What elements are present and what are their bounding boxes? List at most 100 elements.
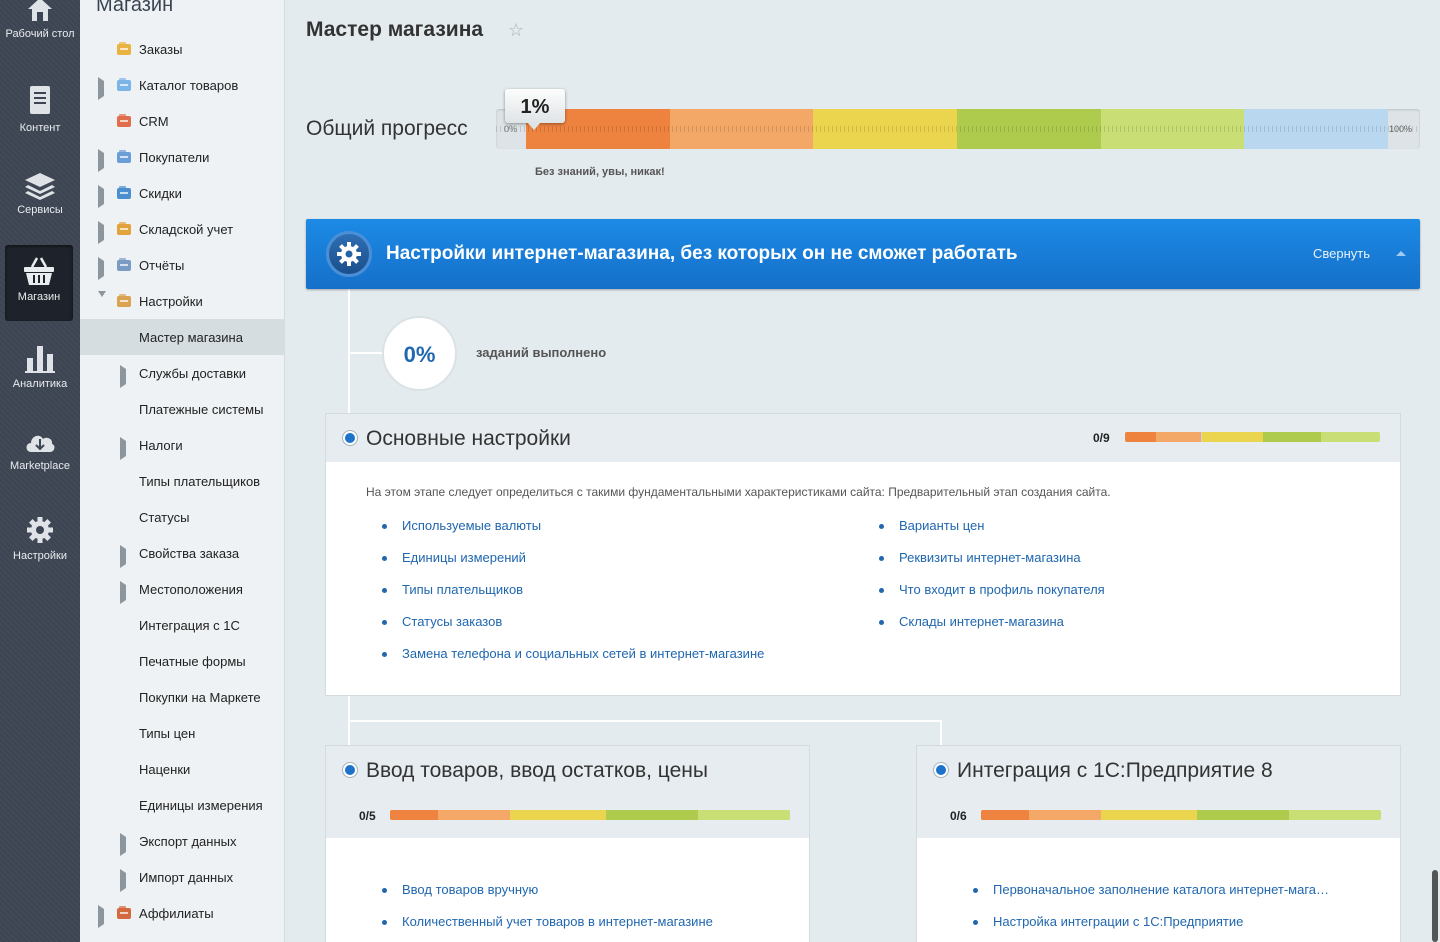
nav-analytics[interactable]: Аналитика — [0, 342, 80, 390]
bar-chart-icon — [0, 342, 80, 374]
overall-progress-label: Общий прогресс — [306, 117, 468, 140]
progress-min-label: 0% — [504, 124, 518, 134]
funnel-icon — [116, 113, 132, 129]
task-link[interactable]: Варианты цен — [878, 518, 984, 533]
nav-desktop[interactable]: Рабочий стол — [0, 0, 80, 40]
chevron-down-icon[interactable] — [98, 291, 106, 312]
sidebar-item[interactable]: CRM — [80, 103, 285, 139]
sidebar-item-label: Интеграция с 1С — [139, 618, 240, 633]
bullet-icon — [120, 477, 128, 485]
basket-icon — [5, 255, 73, 287]
section-progress-bar — [981, 810, 1381, 820]
sidebar-item[interactable]: Свойства заказа — [80, 535, 285, 571]
section-title[interactable]: Интеграция с 1С:Предприятие 8 — [957, 759, 1273, 783]
task-link[interactable]: Настройка интеграции с 1С:Предприятие — [972, 914, 1243, 929]
sidebar-item[interactable]: Складской учет — [80, 211, 285, 247]
sidebar-item-label: Платежные системы — [139, 402, 264, 417]
sidebar-item[interactable]: Покупатели — [80, 139, 285, 175]
sidebar-item[interactable]: Покупки на Маркете — [80, 679, 285, 715]
section-title[interactable]: Ввод товаров, ввод остатков, цены — [366, 759, 708, 783]
section-description: На этом этапе следует определиться с так… — [366, 485, 1111, 499]
sidebar-item[interactable]: Единицы измерения — [80, 787, 285, 823]
section-title[interactable]: Основные настройки — [366, 427, 571, 451]
chevron-right-icon[interactable] — [120, 365, 128, 388]
chevron-up-icon[interactable] — [1396, 251, 1406, 256]
sidebar-title: Магазин — [96, 0, 174, 16]
sidebar-item[interactable]: Местоположения — [80, 571, 285, 607]
sidebar-item[interactable]: Статусы — [80, 499, 285, 535]
sidebar-item[interactable]: Наценки — [80, 751, 285, 787]
sidebar-item[interactable]: Скидки — [80, 175, 285, 211]
sidebar-item[interactable]: Мастер магазина — [80, 319, 285, 355]
nav-shop[interactable]: Магазин — [5, 245, 73, 321]
chevron-right-icon[interactable] — [120, 437, 128, 460]
overall-progress-bar — [496, 109, 1420, 149]
task-link[interactable]: Единицы измерений — [382, 550, 526, 565]
progress-caption: Без знаний, увы, никак! — [535, 166, 665, 178]
task-link[interactable]: Что входит в профиль покупателя — [879, 582, 1105, 597]
main-navigation-bar: Рабочий стол Контент Сервисы Магазин Ана… — [0, 0, 80, 942]
nav-marketplace[interactable]: Marketplace — [0, 428, 80, 472]
sidebar-item[interactable]: Настройки — [80, 283, 285, 319]
nav-settings[interactable]: Настройки — [0, 514, 80, 562]
sidebar-item[interactable]: Типы цен — [80, 715, 285, 751]
chevron-right-icon[interactable] — [120, 869, 128, 892]
sidebar-item[interactable]: Налоги — [80, 427, 285, 463]
home-icon — [0, 0, 80, 24]
page-scrollbar[interactable] — [1432, 870, 1438, 942]
bullet-icon — [120, 513, 128, 521]
task-link[interactable]: Статусы заказов — [381, 614, 502, 629]
nav-services[interactable]: Сервисы — [0, 170, 80, 216]
gear-icon — [0, 514, 80, 546]
report-icon — [116, 257, 132, 273]
section-count: 0/6 — [950, 809, 967, 823]
connector-line — [348, 352, 384, 354]
collapse-button[interactable]: Свернуть — [1313, 246, 1370, 261]
chevron-right-icon[interactable] — [98, 905, 106, 928]
settings-icon — [116, 293, 132, 309]
sidebar-item[interactable]: Платежные системы — [80, 391, 285, 427]
shop-sidebar: Магазин Заказы Каталог товаров CRM Покупате… — [80, 0, 285, 942]
sidebar-item[interactable]: Аффилиаты — [80, 895, 285, 931]
task-link[interactable]: Склады интернет-магазина — [879, 614, 1064, 629]
task-link[interactable]: Типы плательщиков — [381, 582, 523, 597]
nav-content[interactable]: Контент — [0, 84, 80, 134]
sidebar-item-label: Мастер магазина — [139, 330, 243, 345]
sidebar-item-label: Наценки — [139, 762, 191, 777]
chevron-right-icon[interactable] — [98, 149, 106, 172]
favorite-star-icon[interactable]: ☆ — [508, 20, 524, 41]
bullet-icon — [120, 405, 128, 413]
task-link[interactable]: Замена телефона и социальных сетей в инт… — [381, 646, 764, 661]
affiliates-icon — [116, 905, 132, 921]
task-link[interactable]: Количественный учет товаров в интернет-м… — [382, 914, 713, 929]
chevron-right-icon[interactable] — [98, 221, 106, 244]
sidebar-item[interactable]: Печатные формы — [80, 643, 285, 679]
sidebar-item[interactable]: Отчёты — [80, 247, 285, 283]
orders-icon — [116, 41, 132, 57]
chevron-right-icon[interactable] — [120, 545, 128, 568]
nav-marketplace-label: Marketplace — [10, 460, 70, 472]
tasks-percent: 0% — [382, 316, 457, 391]
sidebar-item-label: Печатные формы — [139, 654, 246, 669]
task-link[interactable]: Реквизиты интернет-магазина — [879, 550, 1081, 565]
sidebar-item-label: Импорт данных — [139, 870, 234, 885]
task-link[interactable]: Первоначальное заполнение каталога интер… — [972, 882, 1329, 897]
task-link[interactable]: Используемые валюты — [381, 518, 541, 533]
chevron-right-icon[interactable] — [120, 833, 128, 856]
chevron-right-icon[interactable] — [98, 77, 106, 100]
bullet-icon — [98, 117, 106, 125]
connector-line — [348, 285, 350, 430]
sidebar-item[interactable]: Интеграция с 1С — [80, 607, 285, 643]
chevron-right-icon[interactable] — [98, 185, 106, 208]
chevron-right-icon[interactable] — [120, 581, 128, 604]
sidebar-item[interactable]: Службы доставки — [80, 355, 285, 391]
section-bullet-icon — [934, 763, 948, 777]
sidebar-item[interactable]: Каталог товаров — [80, 67, 285, 103]
sidebar-item[interactable]: Импорт данных — [80, 859, 285, 895]
sidebar-item[interactable]: Типы плательщиков — [80, 463, 285, 499]
chevron-right-icon[interactable] — [98, 257, 106, 280]
task-link[interactable]: Ввод товаров вручную — [381, 882, 538, 897]
section-card-goods: Ввод товаров, ввод остатков, цены 0/5 Вв… — [325, 745, 810, 942]
sidebar-item[interactable]: Заказы — [80, 31, 285, 67]
sidebar-item[interactable]: Экспорт данных — [80, 823, 285, 859]
